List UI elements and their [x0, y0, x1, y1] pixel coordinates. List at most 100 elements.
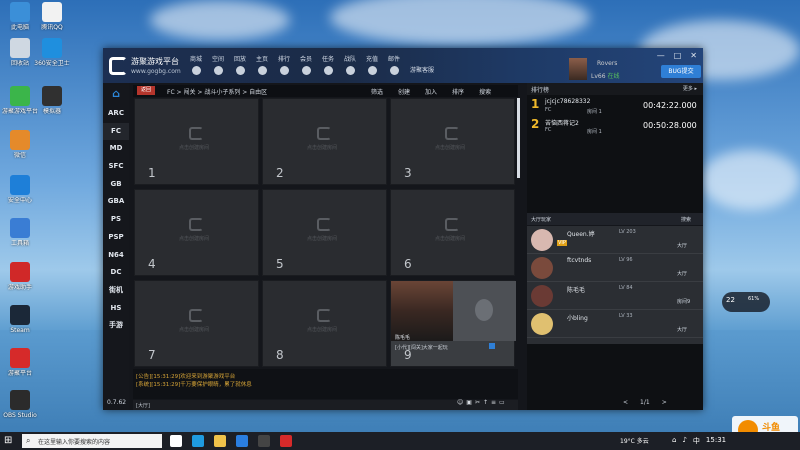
sidebar-item[interactable]: MD [103, 140, 129, 158]
player-avatar[interactable] [531, 257, 553, 279]
ranking-row[interactable]: 1 jcjcjc78628332 FC 房间 1 00:42:22.000 [527, 97, 703, 117]
player-name: 小bling [567, 315, 588, 322]
pager-next-button[interactable]: > [662, 399, 667, 406]
nav-item[interactable]: 充值 [363, 54, 381, 75]
sidebar-item[interactable]: 街机 [103, 282, 129, 300]
nav-extra[interactable]: 游聚客服 [407, 54, 437, 75]
desktop-icon[interactable]: 游聚游戏平台 [2, 86, 38, 116]
room-tile[interactable]: 点击创建房间 5 [262, 189, 387, 276]
crumb-action-button[interactable]: 筛选 [371, 87, 383, 96]
chat-tool-icon[interactable]: ✂ [475, 399, 480, 406]
player-avatar[interactable] [531, 313, 553, 335]
sidebar-item[interactable]: DC [103, 264, 129, 282]
crumb-action-button[interactable]: 创建 [398, 87, 410, 96]
chat-tool-icon[interactable]: ▣ [466, 399, 472, 406]
network-icon[interactable]: ⌂ [672, 436, 676, 446]
back-tab[interactable]: 返回 [137, 86, 155, 95]
breadcrumb[interactable]: FC > 闯关 > 战斗小子系列 > 自由区 [167, 87, 267, 96]
chat-tool-icon[interactable]: ☺ [457, 399, 463, 406]
lobby-player-row[interactable]: 陈毛毛 LV 84 房间9 [527, 282, 703, 310]
sidebar-item[interactable]: ARC [103, 105, 129, 123]
close-button[interactable]: ✕ [690, 51, 697, 60]
sidebar-item[interactable]: SFC [103, 158, 129, 176]
sidebar-item[interactable]: FC [103, 122, 129, 141]
nav-item[interactable]: 空间 [209, 54, 227, 75]
chat-tool-icon[interactable]: ▭ [499, 399, 505, 406]
obs-icon[interactable] [258, 435, 270, 447]
desktop-icon[interactable]: 模拟器 [34, 86, 70, 116]
user-avatar[interactable] [569, 58, 587, 80]
nav-item[interactable]: 排行 [275, 54, 293, 75]
room-tile[interactable]: 点击创建房间 4 [134, 189, 259, 276]
desktop-icon[interactable]: 安全中心 [2, 175, 38, 205]
desktop-icon[interactable]: Steam [2, 305, 38, 335]
room-tile[interactable]: 点击创建房间 1 [134, 98, 259, 185]
nav-item[interactable]: 任务 [319, 54, 337, 75]
crumb-action-button[interactable]: 排序 [452, 87, 464, 96]
sidebar-item[interactable]: 手游 [103, 317, 129, 335]
game-platform-icon[interactable] [280, 435, 292, 447]
sidebar-item[interactable]: N64 [103, 247, 129, 265]
weather-widget[interactable]: 22 61% [722, 292, 770, 312]
desktop-icon[interactable]: 腾讯QQ [34, 2, 70, 32]
room-tile[interactable]: 点击创建房间 7 [134, 280, 259, 367]
desktop-icon[interactable]: 游聚平台 [2, 348, 38, 378]
home-icon[interactable]: ⌂ [103, 83, 129, 105]
chat-channel[interactable]: [大厅] [136, 402, 150, 409]
user-panel[interactable]: Rovers Lv66 在线 [569, 58, 619, 80]
minimize-button[interactable]: — [657, 51, 665, 60]
nav-item[interactable]: 主页 [253, 54, 271, 75]
ime-icon[interactable]: 中 [693, 436, 700, 446]
room-tile[interactable]: 点击创建房间 3 [390, 98, 515, 185]
clock[interactable]: 15:31 [706, 436, 726, 446]
player-avatar[interactable] [531, 285, 553, 307]
room-tile[interactable]: 点击创建房间 2 [262, 98, 387, 185]
lobby-player-row[interactable]: 小bling LV 33 大厅 [527, 310, 703, 338]
desktop-icon[interactable]: 微信 [2, 130, 38, 160]
crumb-action-button[interactable]: 搜索 [479, 87, 491, 96]
desktop-icon[interactable]: 工具箱 [2, 218, 38, 248]
edge-icon[interactable] [192, 435, 204, 447]
room-tile[interactable]: 点击创建房间 6 [390, 189, 515, 276]
bug-report-button[interactable]: BUG提交 [661, 65, 701, 78]
volume-icon[interactable]: ♪ [682, 436, 686, 446]
sidebar-item[interactable]: GB [103, 176, 129, 194]
nav-item[interactable]: 邮件 [385, 54, 403, 75]
room-tile[interactable]: 点击创建房间 8 [262, 280, 387, 367]
sidebar-item[interactable]: HS [103, 300, 129, 318]
player-portrait[interactable] [391, 281, 453, 341]
nav-item[interactable]: 会员 [297, 54, 315, 75]
sidebar-item[interactable]: PSP [103, 229, 129, 247]
ranking-more-link[interactable]: 更多 ▸ [683, 85, 697, 92]
desktop-icon[interactable]: 回收站 [2, 38, 38, 68]
chat-tool-icon[interactable]: ↑ [483, 399, 488, 406]
app-icon [10, 348, 30, 368]
desktop-icon[interactable]: 游戏助手 [2, 262, 38, 292]
nav-item[interactable]: 回放 [231, 54, 249, 75]
ranking-row[interactable]: 2 苦恼西蒋记2 FC 房间 1 00:50:28.000 [527, 117, 703, 137]
maximize-button[interactable]: □ [674, 51, 682, 60]
crumb-action-button[interactable]: 加入 [425, 87, 437, 96]
room-grid-scrollbar[interactable] [517, 98, 520, 178]
desktop-icon[interactable]: 360安全卫士 [34, 38, 70, 68]
task-view-icon[interactable] [170, 435, 182, 447]
desktop-icon[interactable]: OBS Studio [2, 390, 38, 420]
room-tile[interactable]: 陈毛毛 [小代][闯关]大家一起玩 9 [390, 280, 516, 367]
lobby-player-row[interactable]: ftcvtnds LV 96 大厅 [527, 254, 703, 282]
player-avatar[interactable] [531, 229, 553, 251]
lobby-player-row[interactable]: VIP Queen.婷 LV 203 大厅 [527, 226, 703, 254]
chat-tool-icon[interactable]: ≡ [491, 399, 496, 406]
windows-start-icon[interactable]: ⊞ [4, 435, 16, 447]
pager-prev-button[interactable]: < [623, 399, 628, 406]
sidebar-item[interactable]: PS [103, 211, 129, 229]
file-explorer-icon[interactable] [214, 435, 226, 447]
weather-status[interactable]: 19°C 多云 [620, 436, 649, 445]
nav-item[interactable]: 商城 [187, 54, 205, 75]
store-icon[interactable] [236, 435, 248, 447]
desktop-icon[interactable]: 此电脑 [2, 2, 38, 32]
sidebar-item[interactable]: GBA [103, 193, 129, 211]
nav-item[interactable]: 战队 [341, 54, 359, 75]
empty-player-slot[interactable] [453, 281, 516, 341]
lobby-search-button[interactable]: 搜索 [681, 216, 691, 223]
taskbar-search[interactable]: ⌕ 在这里输入你要搜索的内容 [22, 434, 162, 448]
